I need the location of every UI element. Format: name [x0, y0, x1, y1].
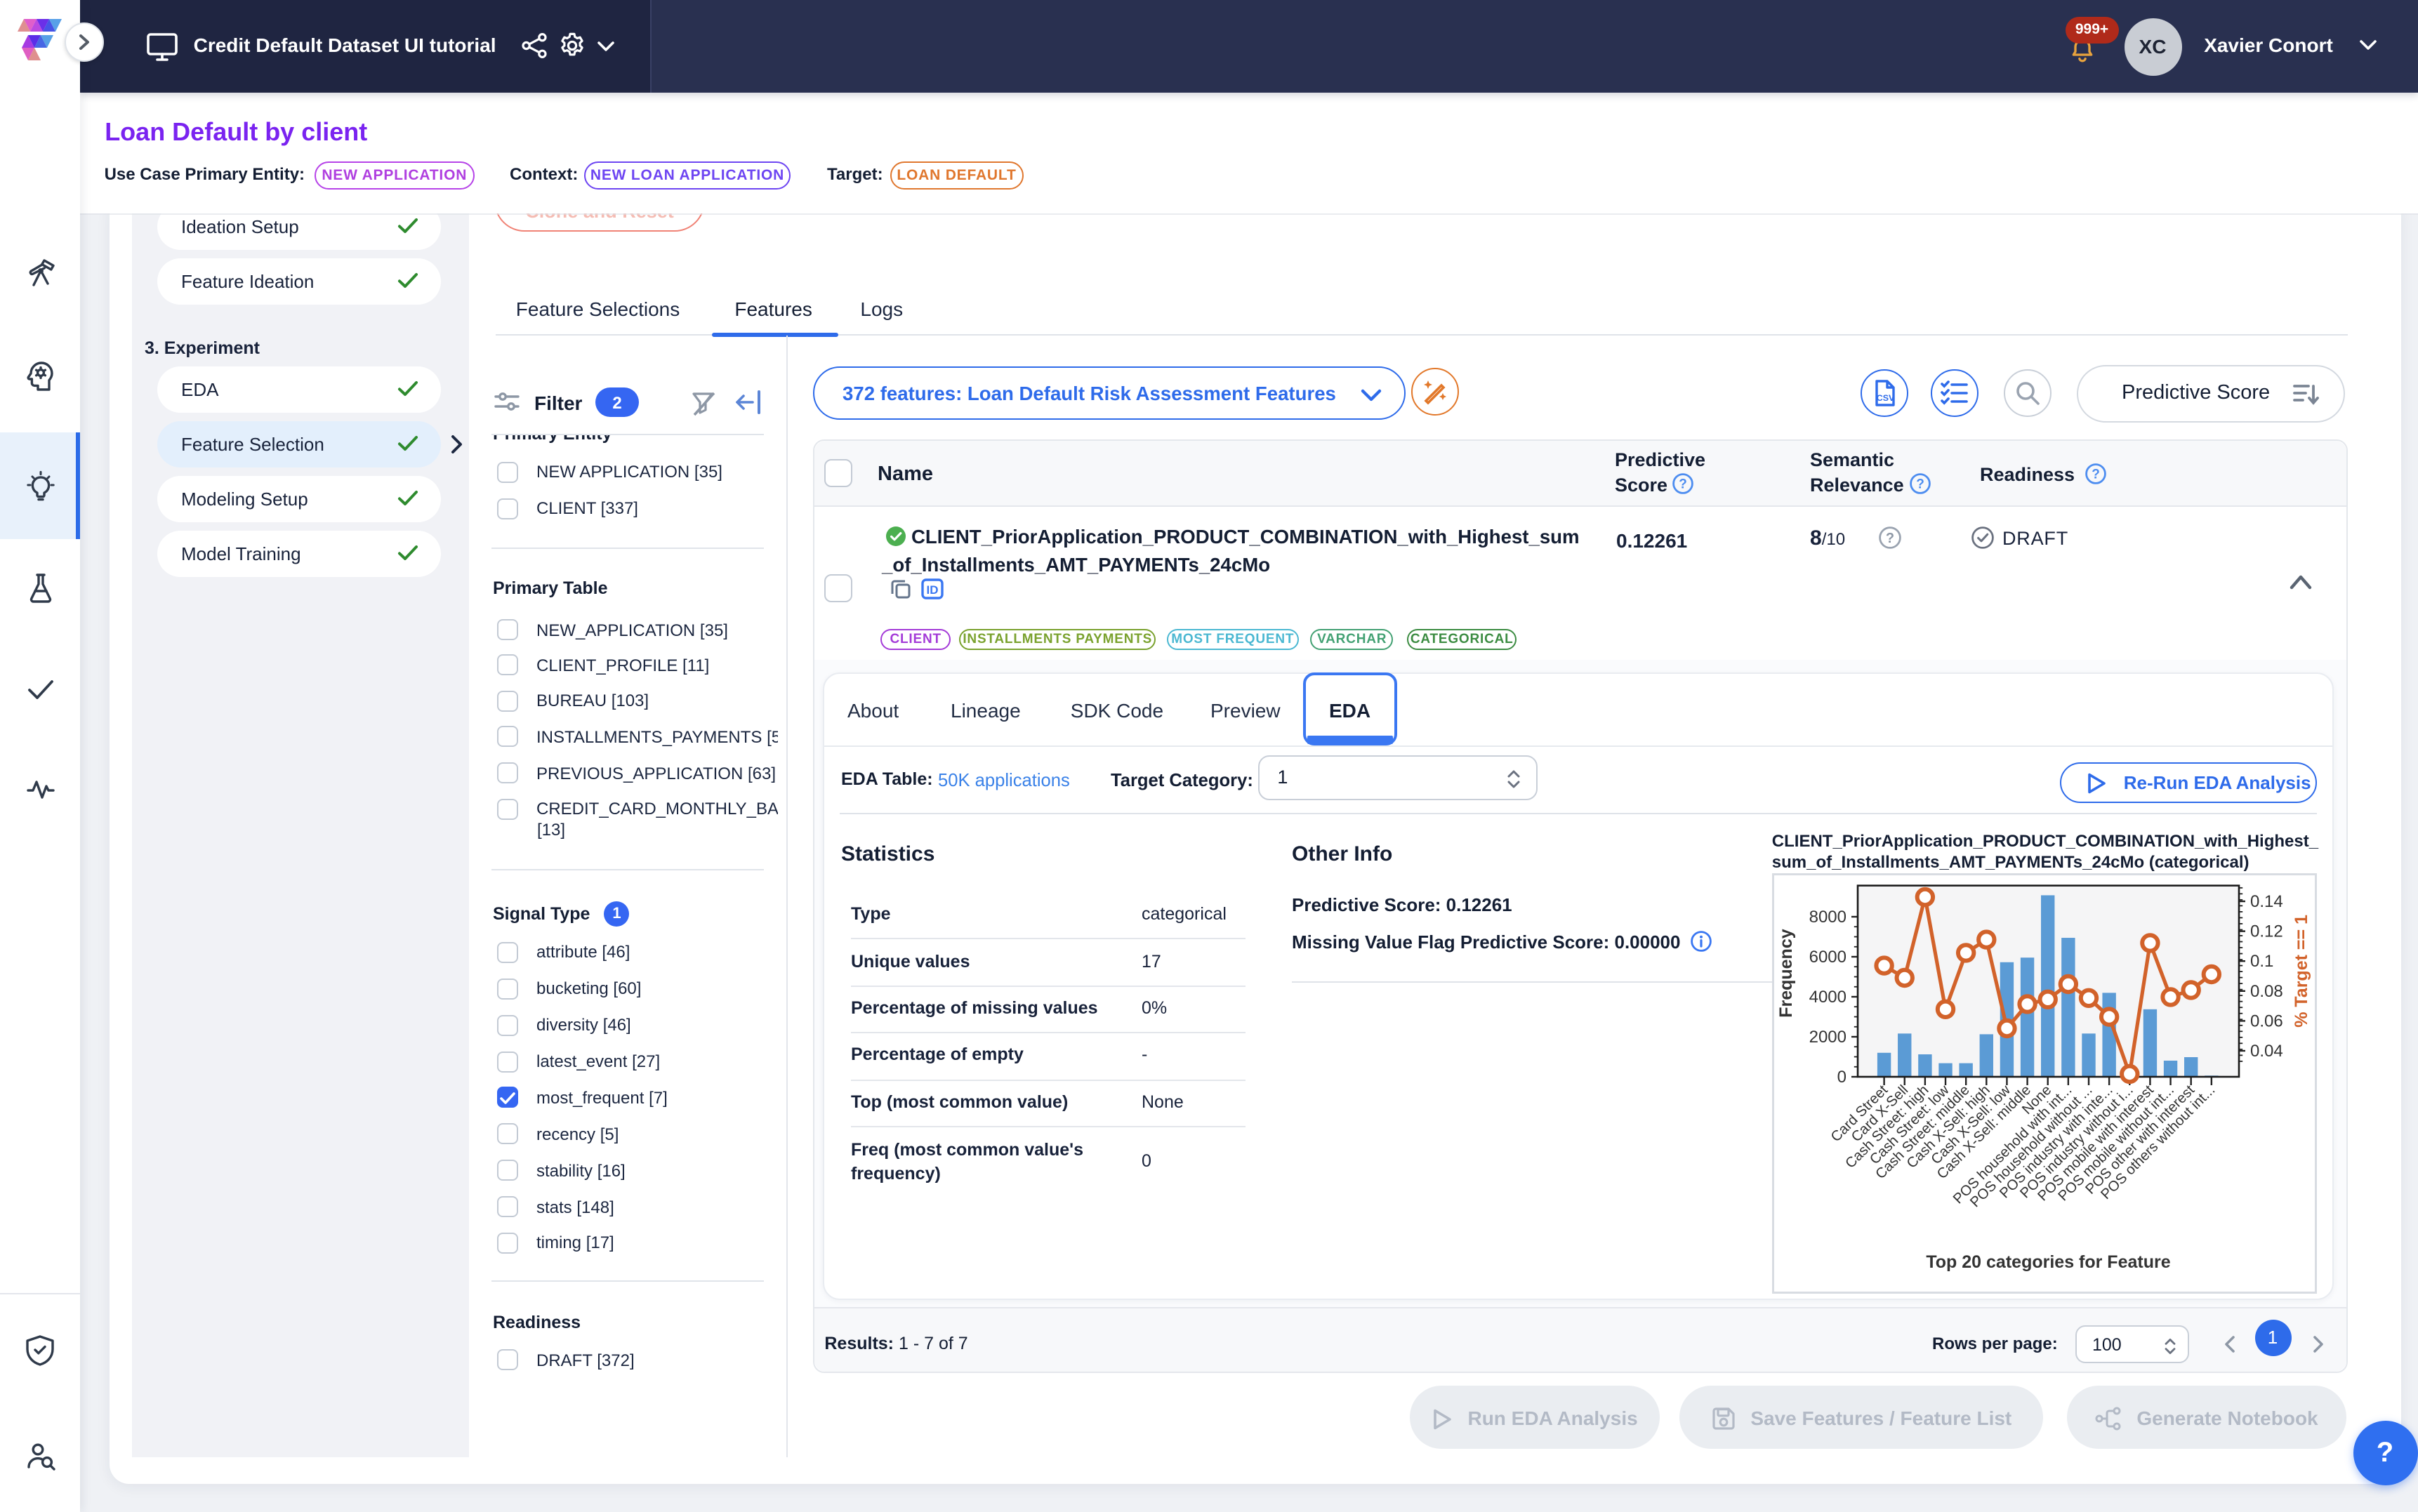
svg-text:0.08: 0.08: [2250, 982, 2283, 1001]
svg-text:0.14: 0.14: [2250, 892, 2283, 911]
svg-text:2000: 2000: [1809, 1028, 1846, 1047]
svg-text:% Target == 1: % Target == 1: [2292, 915, 2311, 1028]
svg-text:CSV: CSV: [1876, 393, 1894, 403]
svg-text:4000: 4000: [1809, 988, 1846, 1007]
svg-text:ID: ID: [927, 583, 939, 597]
svg-text:8000: 8000: [1809, 908, 1846, 927]
svg-text:?: ?: [1679, 477, 1688, 492]
svg-text:Frequency: Frequency: [1776, 929, 1796, 1018]
svg-text:0.04: 0.04: [2250, 1042, 2283, 1061]
svg-text:6000: 6000: [1809, 948, 1846, 967]
svg-text:?: ?: [1886, 531, 1894, 546]
svg-text:0.06: 0.06: [2250, 1012, 2283, 1030]
svg-text:Top 20 categories for Feature: Top 20 categories for Feature: [1926, 1252, 2170, 1272]
svg-text:0.12: 0.12: [2250, 922, 2283, 941]
svg-text:0: 0: [1837, 1068, 1846, 1087]
svg-text:?: ?: [2092, 467, 2100, 482]
svg-text:0.1: 0.1: [2250, 952, 2273, 971]
svg-text:?: ?: [1915, 477, 1924, 492]
